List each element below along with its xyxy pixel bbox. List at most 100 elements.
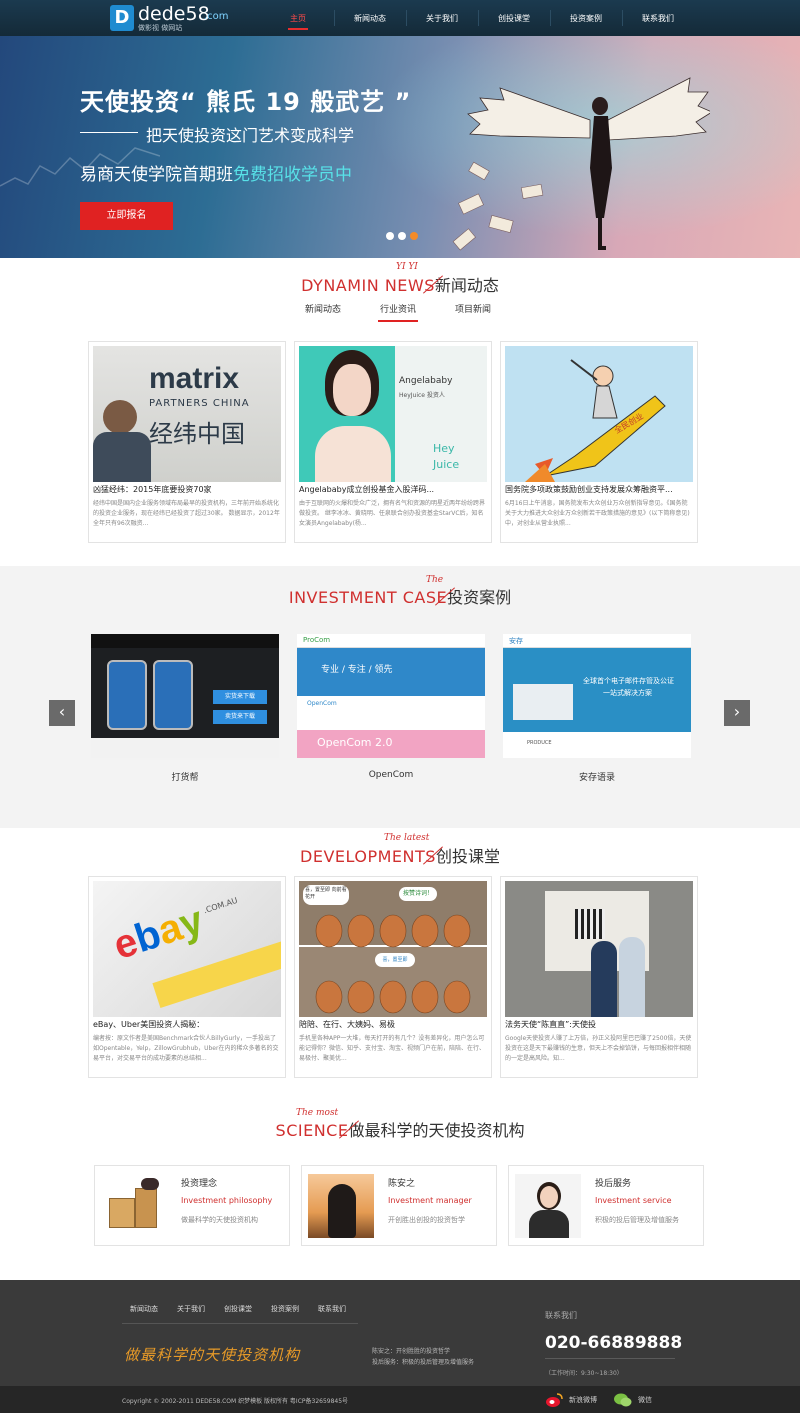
case-caption[interactable]: 安存语录	[503, 770, 691, 783]
speech-bubble: 按赞诗词！	[399, 887, 437, 901]
cases-section-title: The INVESTMENT CASE投资案例	[0, 575, 800, 614]
logo-text: dede58	[138, 3, 210, 25]
chevron-right-icon: ›	[733, 702, 741, 721]
footer-nav-news[interactable]: 新闻动态	[130, 1304, 158, 1314]
case-item[interactable]: ProCom 专业 / 专注 / 领先 OpenCom OpenCom 2.0	[297, 634, 485, 758]
nav-home[interactable]: 主页	[262, 0, 334, 36]
news-image-text: HeyJuice 投资人	[399, 392, 445, 399]
cases-title-small: The	[426, 575, 444, 585]
dev-card[interactable]: 法务天使“陈直直”:天使投 Google天使投资人赚了上万倍，孙正义投阿里巴巴赚…	[500, 876, 698, 1078]
news-section-title: YI YI DYNAMIN NEWS新闻动态	[0, 262, 800, 302]
science-card-subtitle: Investment service	[595, 1196, 672, 1205]
banner-promo: 易商天使学院首期班免费招收学员中	[80, 160, 352, 185]
speech-bubble: 喜，置至即	[375, 953, 415, 967]
news-card-title[interactable]: 国务院多项政策鼓励创业支持发展众筹融资平...	[505, 484, 693, 495]
news-card[interactable]: Angelababy HeyJuice 投资人 Hey Juice Angela…	[294, 341, 492, 543]
nav-cases[interactable]: 投资案例	[550, 0, 622, 36]
news-card-desc: 6月16日上午消息，国务院发布大众创业万众创新指导意见。《国务院关于大力推进大众…	[505, 500, 690, 527]
wechat-label: 微信	[638, 1396, 652, 1404]
footer-contact-divider	[545, 1358, 675, 1359]
nav-about[interactable]: 关于我们	[406, 0, 478, 36]
news-image-text: PARTNERS CHINA	[149, 398, 250, 409]
dev-card-title[interactable]: 陪陪、在行、大姨妈、易极	[299, 1019, 487, 1030]
qr-code-graphic	[575, 909, 605, 939]
site-logo[interactable]: D dede58 .com 做影视 做网站	[110, 3, 235, 32]
science-title-small: The most	[296, 1108, 339, 1118]
science-card-title: 陈安之	[388, 1179, 416, 1189]
tab-project[interactable]: 项目新闻	[455, 302, 491, 315]
news-image-text: matrix	[149, 362, 240, 395]
case-screen-text: OpenCom	[307, 700, 337, 707]
news-title-cn: 新闻动态	[434, 276, 499, 295]
news-image-text: Juice	[433, 458, 460, 471]
news-image-text: Angelababy	[399, 376, 453, 386]
hand-graphic	[141, 1178, 159, 1190]
case-caption[interactable]: 打货帮	[91, 770, 279, 783]
news-tabs: 新闻动态 行业资讯 项目新闻	[0, 302, 800, 322]
dev-card-title[interactable]: 法务天使“陈直直”:天使投	[505, 1019, 693, 1030]
science-card[interactable]: 投资理念 Investment philosophy 做最科学的天使投资机构	[94, 1165, 290, 1246]
person-head	[103, 400, 137, 434]
chevron-left-icon: ‹	[58, 702, 66, 721]
footer-nav-contact[interactable]: 联系我们	[318, 1304, 346, 1314]
footer-bottom-bar	[0, 1386, 800, 1413]
dev-card-desc: 手机里各种APP一大堆，每天打开的有几个？没有差异化，用户怎么可能记得你？微信、…	[299, 1035, 486, 1062]
signup-button[interactable]: 立即报名	[80, 202, 173, 230]
dev-card[interactable]: ebay .COM.AU eBay、Uber美国投资人揭秘： 编者按：原文作者是…	[88, 876, 286, 1078]
case-screen-brand: 安存	[509, 637, 523, 645]
footer-hours: （工作时间：9:30~18:30）	[545, 1370, 623, 1377]
science-card-subtitle: Investment philosophy	[181, 1196, 273, 1205]
science-card[interactable]: 陈安之 Investment manager 开创胜出创投的投资哲学	[301, 1165, 497, 1246]
science-card-desc: 开创胜出创投的投资哲学	[388, 1216, 465, 1224]
footer-phone[interactable]: 020-66889888	[545, 1333, 682, 1353]
woman-shoulders	[315, 426, 391, 482]
science-image	[515, 1174, 581, 1238]
news-card[interactable]: matrix PARTNERS CHINA 经纬中国 凶猛经纬：2015年底要投…	[88, 341, 286, 543]
tab-news[interactable]: 新闻动态	[305, 302, 341, 315]
slider-dot-active[interactable]	[410, 232, 418, 240]
case-screen-button: 卖货来下载	[213, 710, 267, 724]
case-screen-button: 实货来下载	[213, 690, 267, 704]
science-card-desc: 做最科学的天使投资机构	[181, 1216, 258, 1224]
dev-image	[505, 881, 693, 1017]
footer-nav-classroom[interactable]: 创投课堂	[224, 1304, 252, 1314]
nav-classroom[interactable]: 创投课堂	[478, 0, 550, 36]
footer-nav-about[interactable]: 关于我们	[177, 1304, 205, 1314]
case-screen-text: OpenCom 2.0	[317, 736, 393, 749]
dev-card-title[interactable]: eBay、Uber美国投资人揭秘：	[93, 1019, 281, 1030]
footer-nav-cases[interactable]: 投资案例	[271, 1304, 299, 1314]
footer-info: 陈安之：开创胜胜的投资哲学	[372, 1348, 451, 1355]
footer-info: 投后服务：积极的投后管理及增值服务	[372, 1359, 475, 1366]
banner-headline: 天使投资“ 熊氏 19 般武艺 ”	[80, 88, 412, 116]
person-figure	[591, 941, 617, 1017]
rocket-cartoon	[525, 359, 666, 482]
case-caption[interactable]: OpenCom	[297, 770, 485, 780]
dev-card-desc: Google天使投资人赚了上万倍，孙正义投阿里巴巴赚了2500倍，天使投资在这是…	[505, 1035, 692, 1062]
case-item[interactable]: 安存 全球首个电子邮件存管及公证 一站式解决方案 PRODUCE	[503, 634, 691, 758]
dev-card[interactable]: 喜，置至即 向前看花开 按赞诗词！ 喜，置至即 陪陪、在行、大姨妈、易极 手机里…	[294, 876, 492, 1078]
slider-dot[interactable]	[398, 232, 406, 240]
news-card-title[interactable]: Angelababy成立创投基金入股洋码...	[299, 484, 487, 495]
news-card-desc: 经纬中国是国内企业服务领域布局最早的投资机构，三年前开始系统化的投资企业服务，现…	[93, 500, 280, 527]
tab-industry[interactable]: 行业资讯	[377, 302, 419, 322]
news-image: matrix PARTNERS CHINA 经纬中国	[93, 346, 281, 482]
phone-mockup	[107, 660, 147, 730]
nav-news[interactable]: 新闻动态	[334, 0, 406, 36]
carousel-next-button[interactable]: ›	[724, 700, 750, 726]
top-header: D dede58 .com 做影视 做网站 主页 新闻动态 关于我们 创投课堂 …	[0, 0, 800, 36]
hero-banner: 天使投资“ 熊氏 19 般武艺 ” 把天使投资这门艺术变成科学 易商天使学院首期…	[0, 36, 800, 258]
ebay-logo-graphic: ebay	[108, 898, 209, 969]
case-screen-text: 专业 / 专注 / 领先	[321, 665, 393, 675]
nav-contact[interactable]: 联系我们	[622, 0, 694, 36]
news-card-title[interactable]: 凶猛经纬：2015年底要投资70家	[93, 484, 281, 495]
carousel-prev-button[interactable]: ‹	[49, 700, 75, 726]
cases-title-en: INVESTMENT CASE	[288, 588, 448, 607]
weibo-label: 新浪微博	[569, 1396, 597, 1404]
dev-title-en: DEVELOPMENTS	[300, 847, 436, 866]
case-item[interactable]: 实货来下载 卖货来下载	[91, 634, 279, 758]
news-card-desc: 由于互联网的火爆和受众广泛，拥有名气和资源的明星近两年纷纷跨界做投资。 继李冰冰…	[299, 500, 486, 527]
envelope-graphic	[513, 684, 573, 720]
science-card[interactable]: 投后服务 Investment service 积极的投后管理及增值服务	[508, 1165, 704, 1246]
slider-dot[interactable]	[386, 232, 394, 240]
news-card[interactable]: 全民创业 国务院多项政策鼓励创业支持发展众筹融资平... 6月16日上午消息，国…	[500, 341, 698, 543]
